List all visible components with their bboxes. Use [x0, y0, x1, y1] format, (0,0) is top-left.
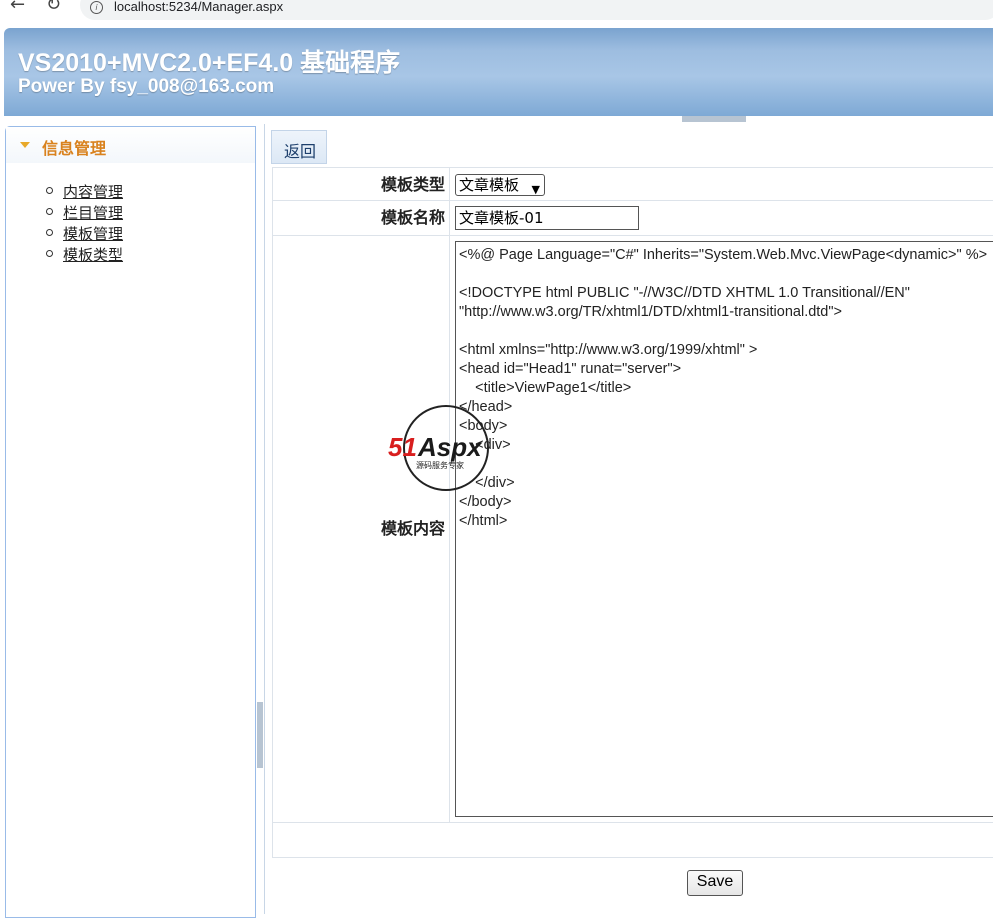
watermark-tagline: 源码服务专家: [416, 460, 464, 470]
code-line: </head>: [459, 399, 513, 415]
watermark-brand-51: 51: [388, 432, 417, 462]
content-label: 模板内容: [273, 236, 450, 822]
watermark-logo: 51 Aspx 源码服务专家: [388, 405, 489, 491]
bullet-icon: [46, 229, 53, 236]
type-label: 模板类型: [273, 168, 450, 200]
sidebar: 信息管理 内容管理 栏目管理 模板管理 模板类型: [5, 126, 256, 918]
app-header: VS2010+MVC2.0+EF4.0 基础程序 Power By fsy_00…: [4, 28, 993, 116]
expand-caret-icon[interactable]: [20, 142, 30, 148]
app-title: VS2010+MVC2.0+EF4.0 基础程序: [18, 49, 401, 77]
code-line: </html>: [459, 513, 508, 529]
template-name-input[interactable]: 文章模板-01: [455, 206, 639, 230]
template-type-select[interactable]: 文章模板 ▼: [455, 174, 545, 196]
code-line: <div>: [459, 437, 511, 453]
sidebar-item-templates: 模板管理: [46, 223, 123, 244]
address-bar[interactable]: i localhost:5234/Manager.aspx: [80, 0, 993, 20]
template-form: 模板类型 文章模板 ▼ 模板名称 文章模板-01 模板内容 <%@ Page L…: [272, 167, 993, 896]
sidebar-link-templates[interactable]: 模板管理: [63, 225, 123, 243]
code-line: <head id="Head1" runat="server">: [459, 361, 682, 377]
header-splitter-handle[interactable]: [682, 116, 746, 122]
form-toolbar: 返回: [271, 130, 327, 164]
template-type-value: 文章模板: [459, 176, 520, 194]
code-line: <%@ Page Language="C#" Inherits="System.…: [459, 247, 988, 263]
sidebar-title[interactable]: 信息管理: [42, 135, 106, 159]
watermark-brand-aspx: Aspx: [417, 432, 483, 462]
info-icon[interactable]: i: [90, 1, 103, 14]
code-line: "http://www.w3.org/TR/xhtml1/DTD/xhtml1-…: [459, 304, 842, 320]
chevron-down-icon: ▼: [531, 183, 540, 196]
code-line: <html xmlns="http://www.w3.org/1999/xhtm…: [459, 342, 758, 358]
url-text[interactable]: localhost:5234/Manager.aspx: [114, 0, 283, 14]
code-line: <!DOCTYPE html PUBLIC "-//W3C//DTD XHTML…: [459, 285, 910, 301]
code-line: <title>ViewPage1</title>: [459, 380, 632, 396]
back-button[interactable]: 返回: [284, 138, 316, 162]
sidebar-item-template-types: 模板类型: [46, 244, 123, 265]
code-line: <body>: [459, 418, 508, 434]
bullet-icon: [46, 187, 53, 194]
bullet-icon: [46, 208, 53, 215]
reload-icon[interactable]: ↻: [46, 0, 61, 15]
sidebar-item-columns: 栏目管理: [46, 202, 123, 223]
sidebar-header[interactable]: 信息管理: [6, 127, 255, 163]
sidebar-menu: 内容管理 栏目管理 模板管理 模板类型: [46, 181, 123, 265]
back-arrow-icon[interactable]: ←: [10, 0, 25, 15]
sidebar-link-content[interactable]: 内容管理: [63, 183, 123, 201]
code-line: </div>: [459, 475, 515, 491]
code-line: </body>: [459, 494, 512, 510]
browser-toolbar: ← ↻ i localhost:5234/Manager.aspx: [0, 0, 993, 22]
template-content-textarea[interactable]: <%@ Page Language="C#" Inherits="System.…: [455, 241, 993, 817]
sidebar-link-template-types[interactable]: 模板类型: [63, 246, 123, 264]
type-row: 模板类型 文章模板 ▼: [273, 168, 993, 201]
name-row: 模板名称 文章模板-01: [273, 201, 993, 236]
sidebar-splitter-handle[interactable]: [257, 702, 263, 768]
save-button[interactable]: Save: [687, 870, 743, 896]
app-subtitle: Power By fsy_008@163.com: [18, 76, 275, 97]
sidebar-link-columns[interactable]: 栏目管理: [63, 204, 123, 222]
name-label: 模板名称: [273, 201, 450, 235]
content-row: 模板内容 <%@ Page Language="C#" Inherits="Sy…: [273, 236, 993, 823]
bullet-icon: [46, 250, 53, 257]
sidebar-item-content: 内容管理: [46, 181, 123, 202]
main-panel: 返回 模板类型 文章模板 ▼ 模板名称 文章模板-01 模板内容 <%@ Pag…: [264, 124, 993, 914]
